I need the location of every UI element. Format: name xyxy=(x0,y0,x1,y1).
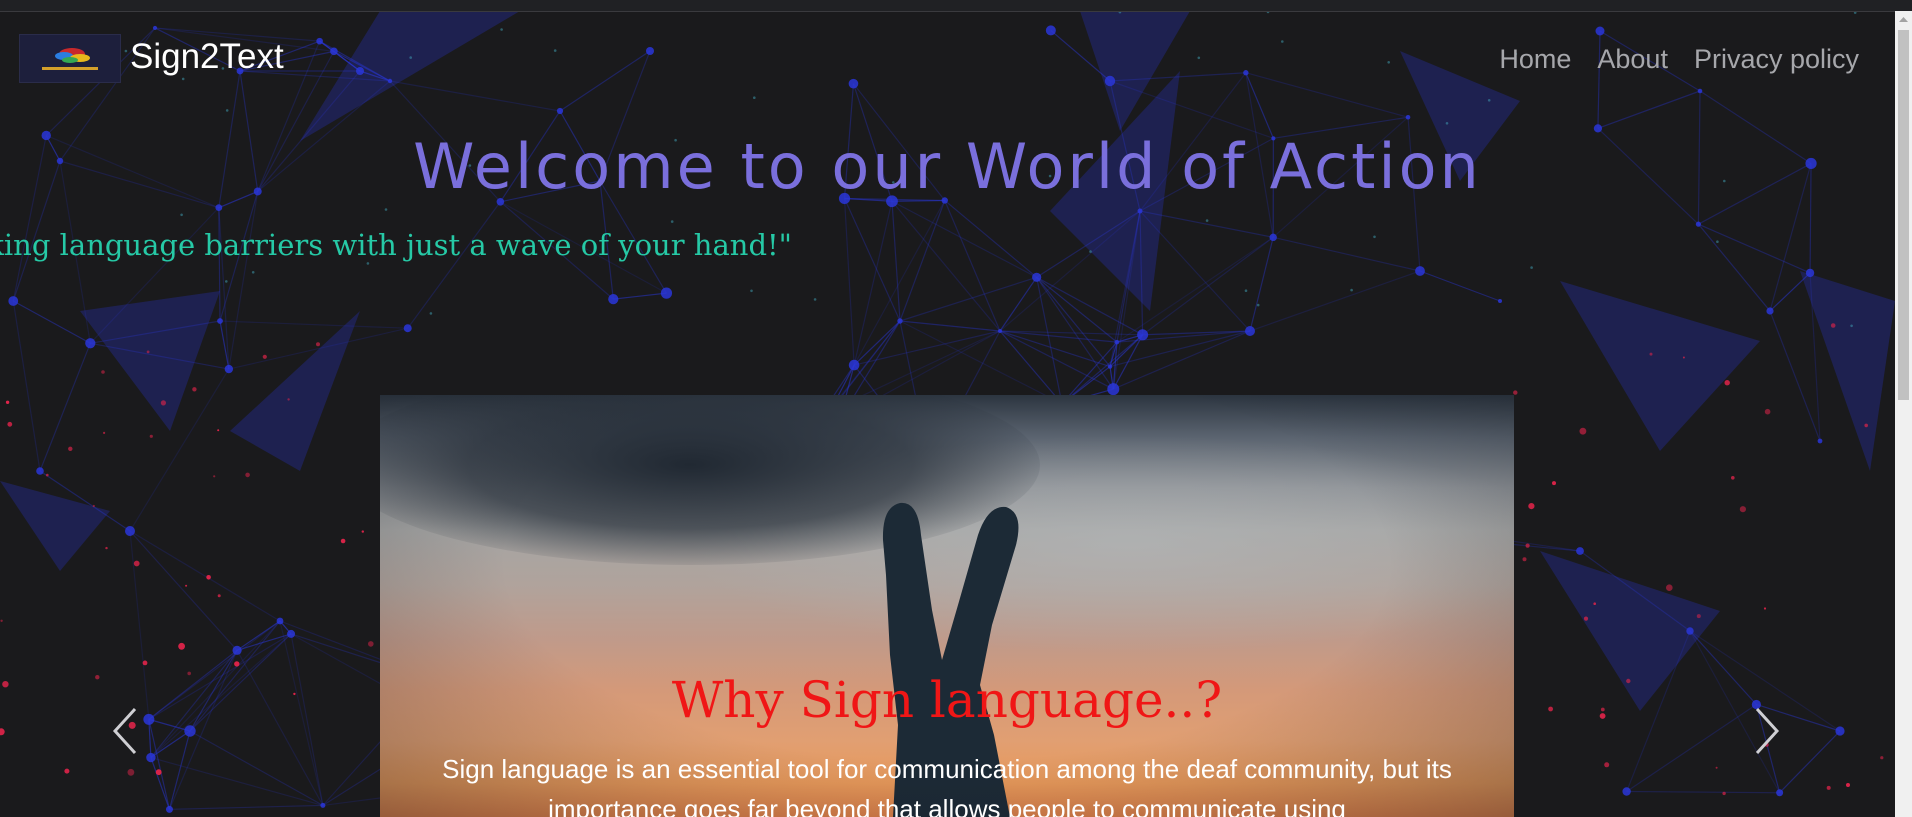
welcome-title: Welcome to our World of Action xyxy=(413,130,1482,203)
carousel-next-button[interactable] xyxy=(1750,705,1784,757)
nav-link-home[interactable]: Home xyxy=(1499,44,1571,75)
tagline-text: "Breaking language barriers with just a … xyxy=(0,228,792,262)
chevron-left-icon xyxy=(112,707,137,755)
browser-top-edge xyxy=(0,0,1912,12)
page: Sign2Text Home About Privacy policy Welc… xyxy=(0,0,1912,817)
chevron-right-icon xyxy=(1755,707,1780,755)
page-scrollbar[interactable] xyxy=(1895,11,1912,817)
logo-icon xyxy=(42,48,98,70)
nav-links: Home About Privacy policy xyxy=(1499,44,1859,75)
slide-caption-title: Why Sign language..? xyxy=(671,671,1223,729)
scroll-up-arrow-icon[interactable] xyxy=(1895,11,1912,28)
nav-link-privacy-policy[interactable]: Privacy policy xyxy=(1694,44,1859,75)
carousel-slide: Why Sign language..? Sign language is an… xyxy=(380,395,1514,817)
tagline-marquee: "Breaking language barriers with just a … xyxy=(0,228,860,270)
navbar: Sign2Text Home About Privacy policy xyxy=(0,11,1895,106)
scrollbar-thumb[interactable] xyxy=(1898,30,1909,400)
nav-link-about[interactable]: About xyxy=(1597,44,1668,75)
slide-caption-text: Sign language is an essential tool for c… xyxy=(442,754,1452,817)
brand-name[interactable]: Sign2Text xyxy=(130,37,284,77)
carousel-prev-button[interactable] xyxy=(108,705,142,757)
sign2text-logo[interactable] xyxy=(19,34,121,83)
